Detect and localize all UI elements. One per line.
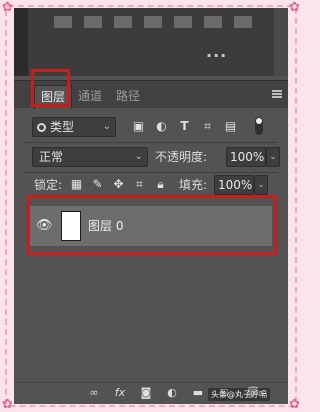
panel-icon[interactable] <box>234 16 252 28</box>
more-options-dots[interactable]: ... <box>206 42 227 61</box>
lock-icons: ▦ ✎ ✥ ⌗ 🔒︎ <box>70 178 167 191</box>
link-layers-icon[interactable]: ∞ <box>88 387 100 399</box>
flower-icon: ✿ <box>2 0 13 15</box>
search-icon <box>37 123 46 132</box>
smart-object-filter-icon[interactable]: ▤ <box>224 119 237 132</box>
image-filter-icon[interactable]: ▣ <box>132 119 145 132</box>
adjustment-layer-icon[interactable]: ◐ <box>166 387 178 399</box>
panel-bottom-bar: ∞ fx ◙ ◐ ▬ ⊞ 🗑︎ 头条@丸子呼嗝 <box>14 382 288 404</box>
type-filter-icon[interactable]: T <box>178 119 191 132</box>
flower-icon: ✿ <box>289 397 300 412</box>
tab-highlight <box>31 69 70 107</box>
panel-left-edge <box>14 8 28 76</box>
lock-position-icon[interactable]: ✥ <box>112 178 125 191</box>
add-mask-icon[interactable]: ◙ <box>140 387 152 399</box>
fill-dropdown-button[interactable]: ⌄ <box>254 175 268 195</box>
upper-icon-row <box>54 16 252 32</box>
layer-kind-select[interactable]: 类型 ⌄ <box>32 117 116 137</box>
blend-row: 正常 ⌄ 不透明度: 100% ⌄ <box>14 147 288 169</box>
panel-icon[interactable] <box>84 16 102 28</box>
filter-icons: ▣ ◐ T ⌗ ▤ <box>132 119 237 132</box>
divider <box>24 142 278 143</box>
panel-icon[interactable] <box>114 16 132 28</box>
watermark: 头条@丸子呼嗝 <box>208 388 270 401</box>
panel-icon[interactable] <box>204 16 222 28</box>
filter-toggle[interactable] <box>255 117 263 135</box>
new-group-icon[interactable]: ▬ <box>192 387 204 399</box>
tab-channels[interactable]: 通道 <box>72 85 108 109</box>
opacity-field[interactable]: 100% <box>226 147 266 167</box>
chevron-down-icon: ⌄ <box>102 121 111 132</box>
adjustment-filter-icon[interactable]: ◐ <box>155 119 168 132</box>
blend-mode-select[interactable]: 正常 ⌄ <box>32 147 148 167</box>
kind-label: 类型 <box>50 120 75 134</box>
divider <box>24 172 278 173</box>
tab-paths[interactable]: 路径 <box>110 85 146 109</box>
upper-panel-strip: ... <box>14 8 288 76</box>
opacity-dropdown-button[interactable]: ⌄ <box>266 147 280 167</box>
lock-artboard-icon[interactable]: ⌗ <box>133 178 146 191</box>
lock-row: 锁定: ▦ ✎ ✥ ⌗ 🔒︎ 填充: 100% ⌄ <box>14 175 288 197</box>
lock-label: 锁定: <box>34 178 63 192</box>
panel-menu-icon[interactable] <box>272 90 282 98</box>
fill-field[interactable]: 100% <box>214 175 254 195</box>
filter-row: 类型 ⌄ ▣ ◐ T ⌗ ▤ <box>14 117 288 139</box>
opacity-label: 不透明度: <box>155 150 208 164</box>
blend-mode-value: 正常 <box>39 150 64 164</box>
fx-icon[interactable]: fx <box>114 387 126 399</box>
panel-icon[interactable] <box>54 16 72 28</box>
panel-scroll-column <box>274 8 288 76</box>
flower-icon: ✿ <box>2 397 13 412</box>
shape-filter-icon[interactable]: ⌗ <box>201 119 214 132</box>
panel-icon[interactable] <box>144 16 162 28</box>
panel-icon[interactable] <box>174 16 192 28</box>
flower-icon: ✿ <box>289 0 300 15</box>
lock-image-pixels-icon[interactable]: ✎ <box>91 178 104 191</box>
chevron-down-icon: ⌄ <box>134 151 143 162</box>
layer-highlight <box>27 195 277 255</box>
fill-label: 填充: <box>179 178 208 192</box>
lock-transparency-icon[interactable]: ▦ <box>70 178 83 191</box>
lock-all-icon[interactable]: 🔒︎ <box>154 178 167 191</box>
